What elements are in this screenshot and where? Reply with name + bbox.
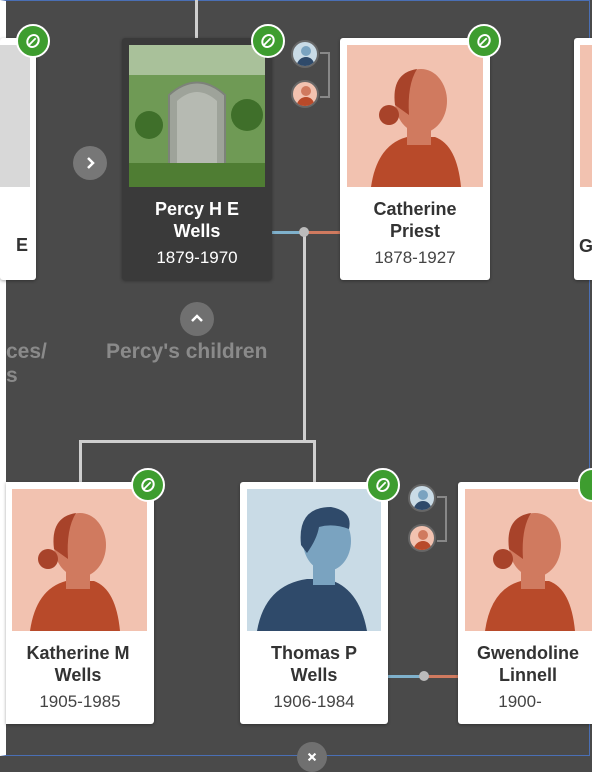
person-name: G [579,236,592,256]
hint-leaf-icon[interactable] [467,24,501,58]
female-silhouette [12,489,147,631]
portrait [0,45,30,187]
person-card-catherine[interactable]: Catherine Priest 1878-1927 [340,38,490,280]
connector-children-vertical [303,232,306,440]
mother-mini-avatar[interactable] [408,524,436,552]
mother-mini-avatar[interactable] [291,80,319,108]
father-mini-avatar[interactable] [291,40,319,68]
person-name: Catherine Priest [373,199,457,241]
parents-bracket [437,496,447,542]
left-fragment-label-1: ces/ [6,340,47,363]
person-card-left-partial[interactable]: E [0,38,36,280]
chevron-up-icon [191,314,203,322]
female-silhouette [465,489,592,631]
collapse-thomas-children-button[interactable] [297,742,327,772]
person-name: Katherine M Wells [26,643,130,685]
collapse-children-button[interactable] [180,302,214,336]
couple-node-bottom [419,671,429,681]
hint-leaf-icon[interactable] [131,468,165,502]
expand-siblings-button[interactable] [73,146,107,180]
hint-leaf-icon[interactable] [251,24,285,58]
person-dates: 1879-1970 [156,248,238,267]
person-card-katherine[interactable]: Katherine M Wells 1905-1985 [6,482,154,724]
person-name: Percy H E Wells [154,199,240,241]
chevron-right-icon [87,157,95,169]
portrait [580,45,592,187]
person-card-gwendoline[interactable]: Gwendoline Linnell 1900- [458,482,592,724]
children-label: Percy's children [106,340,268,363]
parents-bracket [320,52,330,98]
person-dates: 1906-1984 [273,692,355,711]
person-name: E [15,235,28,255]
person-card-percy[interactable]: Percy H E Wells 1879-1970 [122,38,272,280]
father-mini-avatar[interactable] [408,484,436,512]
person-card-thomas[interactable]: Thomas P Wells 1906-1984 [240,482,388,724]
male-silhouette [247,489,381,631]
connector-child-thomas [313,440,316,482]
hint-leaf-icon[interactable] [366,468,400,502]
person-dates: 1905-1985 [39,692,121,711]
hint-leaf-icon[interactable] [16,24,50,58]
connector-child-katherine [79,440,82,482]
female-silhouette [347,45,483,187]
connector-couple-catherine [304,231,340,234]
person-dates: 1900- [498,692,542,711]
chevron-down-icon [307,752,317,762]
connector-couple-gwendoline [424,675,458,678]
couple-node-top [299,227,309,237]
gravestone-photo [129,45,265,187]
person-dates: 1878-1927 [374,248,456,267]
connector-top [195,0,198,38]
person-name: Thomas P Wells [270,643,358,685]
person-name: Gwendoline Linnell [476,643,579,685]
left-fragment-label-2: s [6,364,18,387]
connector-children-horizontal [80,440,315,443]
person-card-right-partial[interactable]: G [574,38,592,280]
